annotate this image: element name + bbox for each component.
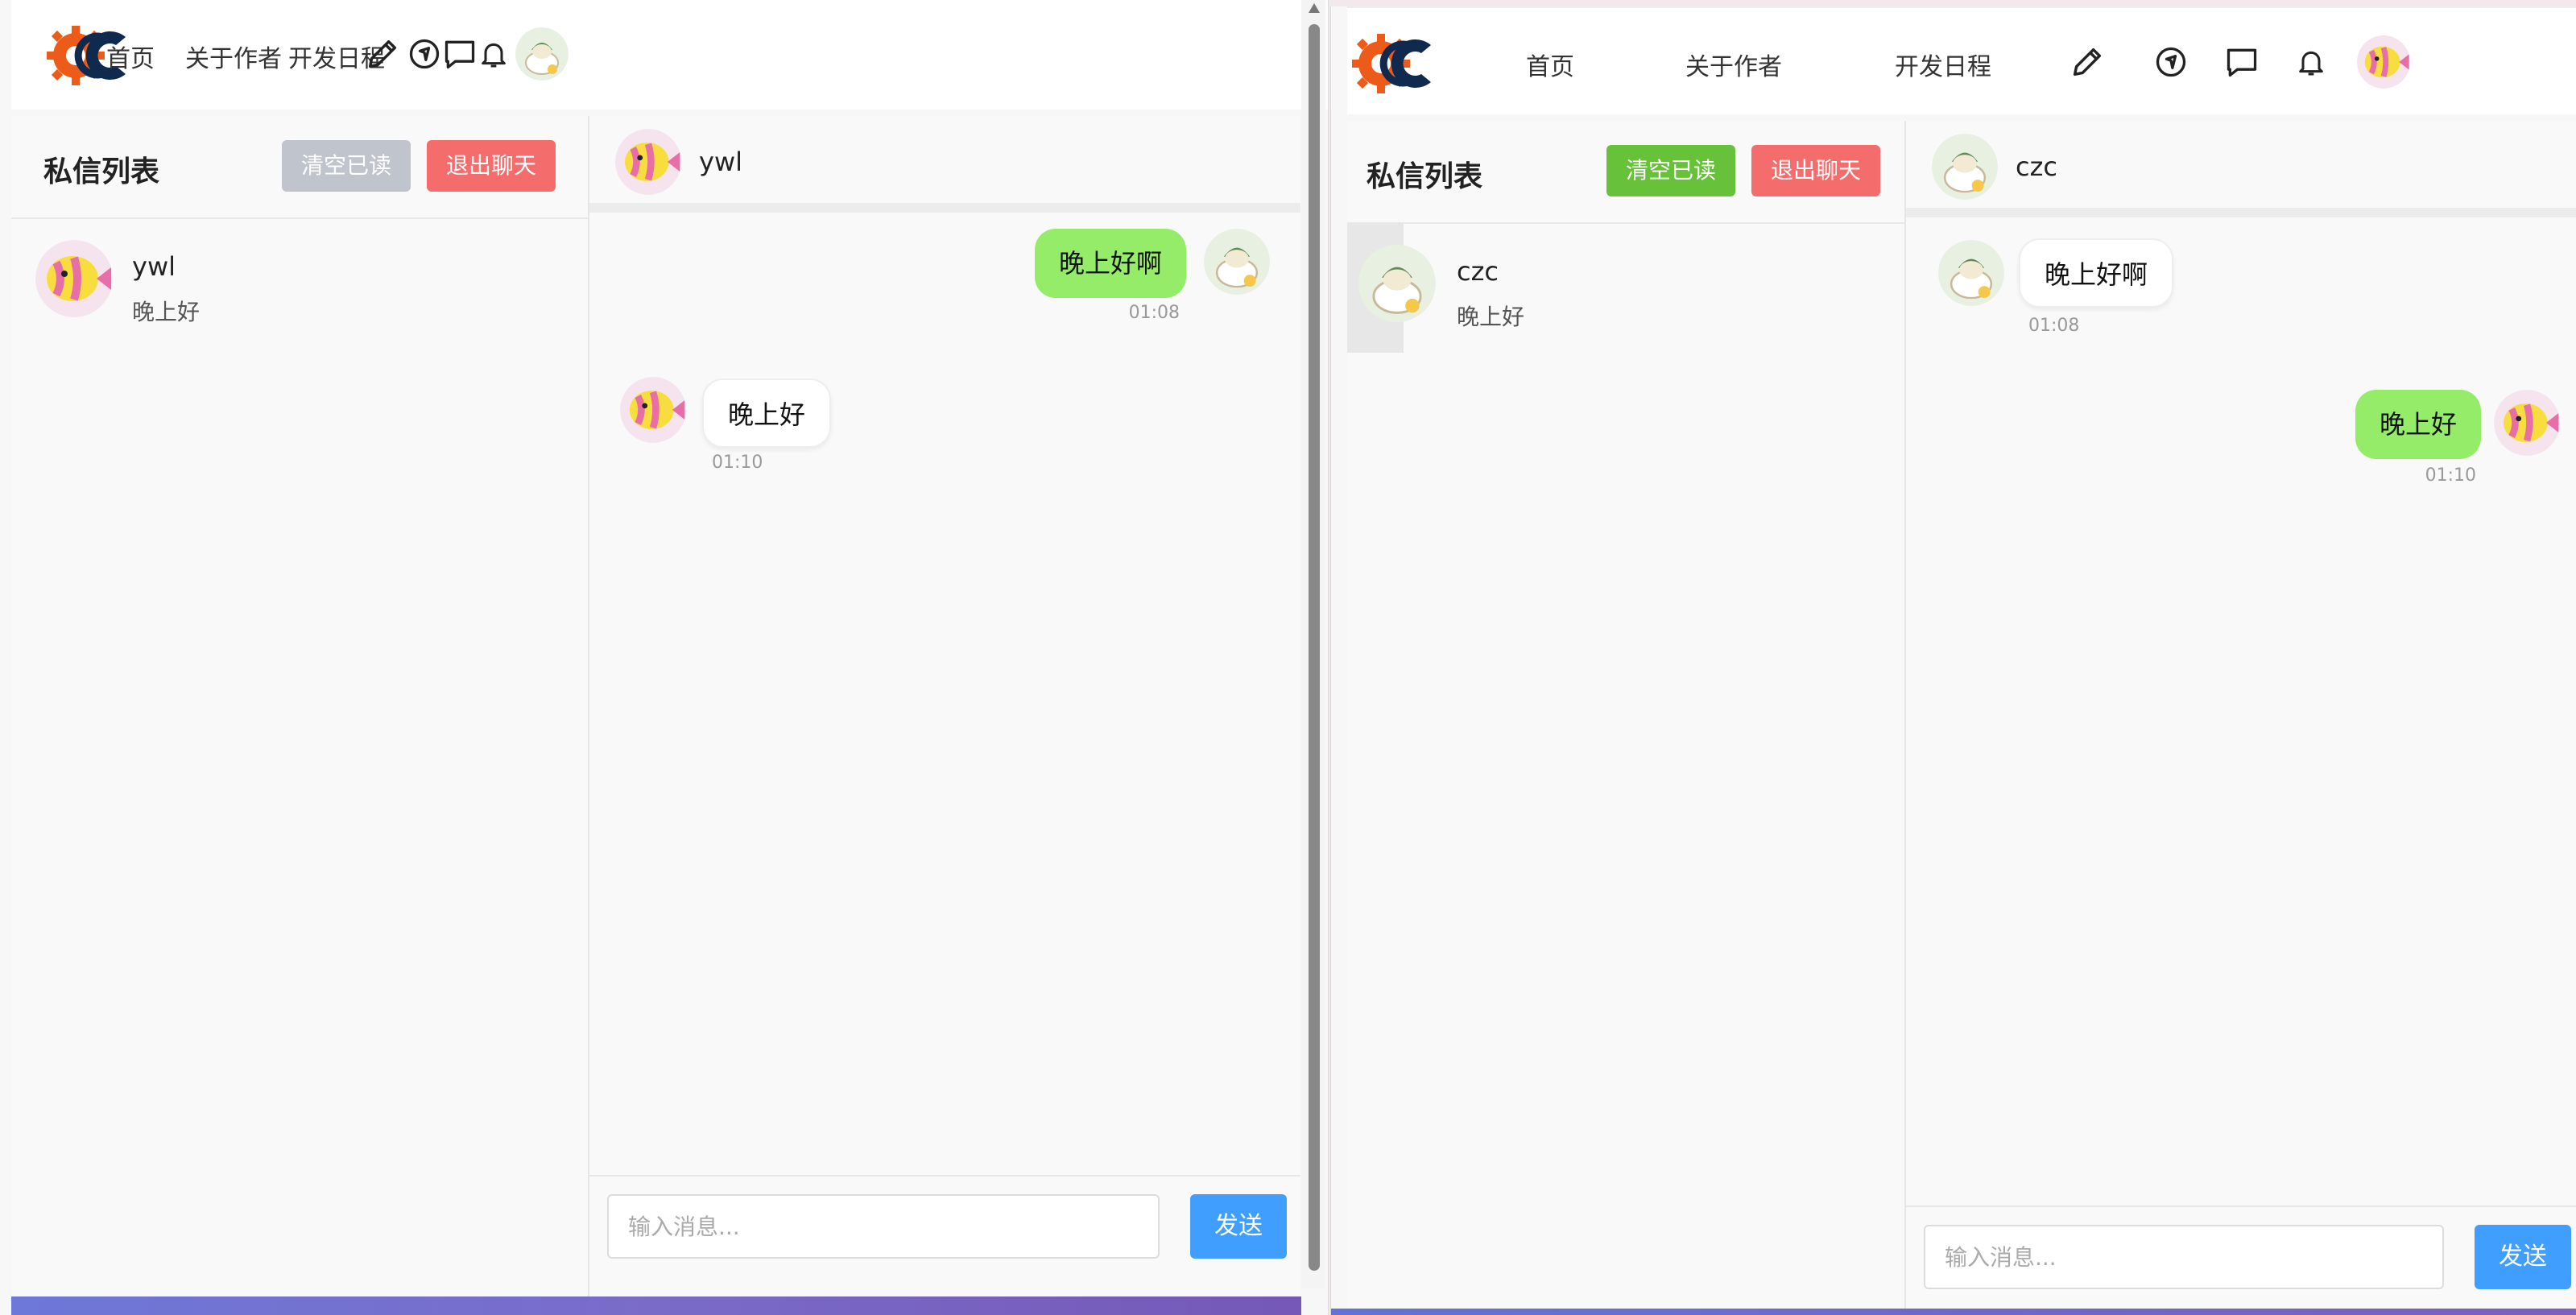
chat-pane: czc 晚上好啊 01:08 晚上好 01:10 发送: [1906, 121, 2576, 1315]
site-logo[interactable]: [1352, 31, 1447, 97]
sprout-avatar-icon: [515, 27, 569, 81]
clear-read-button[interactable]: 清空已读: [282, 140, 411, 192]
bell-icon[interactable]: [2289, 40, 2333, 84]
message-bubble: 晚上好: [702, 378, 832, 448]
message-time: 01:10: [712, 453, 763, 473]
nav-link-dev-schedule[interactable]: 开发日程: [1895, 47, 1991, 82]
vertical-scrollbar[interactable]: [1301, 0, 1325, 1288]
message-input-bar: 发送: [589, 1175, 1300, 1278]
send-button[interactable]: 发送: [1190, 1194, 1287, 1259]
page-bottom-banner: [1331, 1309, 2576, 1315]
compass-icon[interactable]: [2149, 40, 2193, 84]
pencil-icon[interactable]: [2065, 40, 2109, 84]
scrollbar-thumb[interactable]: [1309, 24, 1320, 1271]
message-input[interactable]: [1924, 1225, 2444, 1289]
fish-avatar-icon: [35, 240, 113, 317]
clear-read-button[interactable]: 清空已读: [1606, 145, 1736, 196]
conversation-item[interactable]: czc 晚上好: [1347, 224, 1904, 356]
nav-link-home[interactable]: 首页: [106, 39, 155, 74]
chat-bubble-icon[interactable]: [2220, 40, 2264, 84]
message-input[interactable]: [607, 1194, 1160, 1259]
gear-c-logo-icon: [1352, 34, 1431, 93]
pencil-icon[interactable]: [361, 32, 404, 76]
sprout-avatar-icon: [1938, 240, 2004, 306]
send-button[interactable]: 发送: [2475, 1225, 2571, 1289]
chat-header: ywl: [589, 116, 1300, 213]
message-bubble: 晚上好: [2355, 390, 2481, 459]
message-bubble: 晚上好啊: [1034, 229, 1186, 298]
sprout-avatar-icon: [1358, 245, 1436, 322]
conversation-last-message: 晚上好: [132, 299, 201, 325]
conversation-last-message: 晚上好: [1457, 304, 1525, 330]
conversation-list-title: 私信列表: [1367, 160, 1483, 193]
conversation-list-pane: 私信列表 清空已读 退出聊天 czc 晚上好: [1347, 121, 1906, 1315]
conversation-list-header: 私信列表 清空已读 退出聊天: [11, 116, 588, 219]
message-bubble: 晚上好啊: [2019, 238, 2174, 308]
top-navbar: 首页 关于作者 开发日程: [11, 0, 1328, 110]
fish-avatar-icon: [615, 129, 681, 195]
conversation-item[interactable]: ywl 晚上好: [11, 219, 588, 351]
sprout-avatar-icon: [1204, 229, 1270, 295]
user-avatar[interactable]: [515, 27, 569, 81]
conversation-name: czc: [1457, 256, 1499, 287]
chat-peer-name: ywl: [699, 147, 742, 177]
fish-avatar-icon: [2494, 390, 2560, 456]
exit-chat-button[interactable]: 退出聊天: [427, 140, 556, 192]
page-bottom-banner: [11, 1296, 1301, 1315]
exit-chat-button[interactable]: 退出聊天: [1751, 145, 1881, 196]
scroll-up-arrow-icon[interactable]: [1309, 3, 1320, 13]
nav-link-about-author[interactable]: 关于作者: [185, 39, 282, 74]
left-browser-window: 首页 关于作者 开发日程 私信列表 清空已读 退出聊天 ywl 晚上好 ywl …: [0, 0, 1329, 1315]
top-navbar: 首页 关于作者 开发日程: [1347, 6, 2576, 114]
nav-link-about-author[interactable]: 关于作者: [1685, 47, 1782, 82]
message-time: 01:08: [1128, 303, 1180, 323]
user-avatar[interactable]: [2357, 35, 2410, 89]
conversation-list-title: 私信列表: [43, 155, 160, 188]
message-input-bar: 发送: [1906, 1205, 2576, 1309]
sprout-avatar-icon: [1932, 134, 1998, 200]
message-time: 01:10: [2425, 465, 2476, 486]
conversation-list-pane: 私信列表 清空已读 退出聊天 ywl 晚上好: [11, 116, 589, 1315]
bell-icon[interactable]: [472, 32, 515, 76]
screen: 首页 关于作者 开发日程 私信列表 清空已读 退出聊天 ywl 晚上好 ywl …: [0, 0, 2576, 1315]
conversation-list-header: 私信列表 清空已读 退出聊天: [1347, 121, 1904, 224]
fish-avatar-icon: [2357, 35, 2410, 89]
fish-avatar-icon: [620, 377, 686, 443]
message-time: 01:08: [2028, 316, 2080, 336]
right-browser-window: 首页 关于作者 开发日程 私信列表 清空已读 退出聊天 czc 晚上好 czc …: [1330, 6, 2576, 1315]
chat-pane: ywl 晚上好啊 01:08 晚上好 01:10 发送: [589, 116, 1300, 1315]
chat-peer-name: czc: [2016, 151, 2057, 182]
nav-link-home[interactable]: 首页: [1526, 47, 1574, 82]
conversation-name: ywl: [132, 251, 176, 282]
chat-header: czc: [1906, 121, 2576, 217]
